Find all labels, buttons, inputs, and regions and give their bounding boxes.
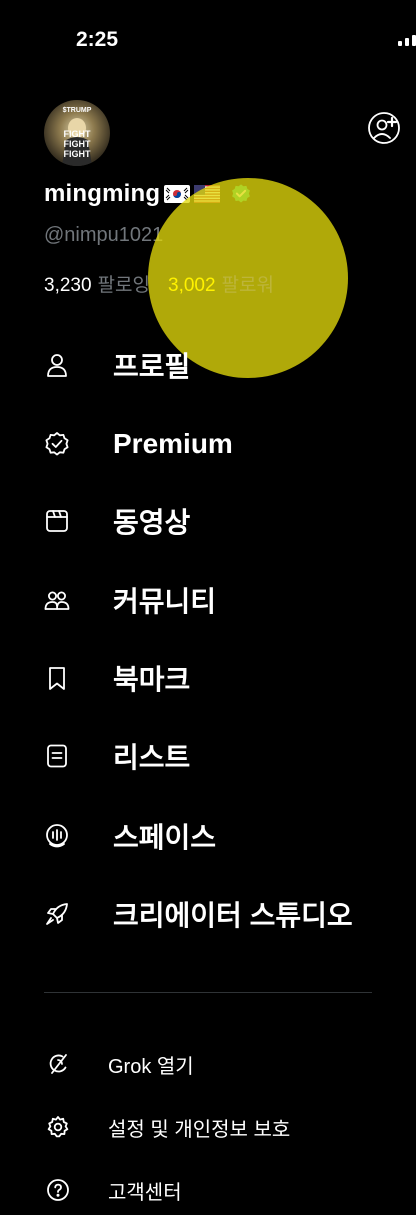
following-label[interactable]: 팔로잉 xyxy=(98,270,150,297)
list-icon xyxy=(47,744,67,768)
spaces-icon xyxy=(46,824,68,848)
menu-item-spaces[interactable]: 스페이스 xyxy=(0,805,416,867)
menu-label-video: 동영상 xyxy=(113,507,191,538)
display-name[interactable]: mingming xyxy=(44,180,160,208)
add-account-button[interactable] xyxy=(366,110,402,146)
communities-icon xyxy=(44,591,70,610)
rocket-icon xyxy=(46,903,68,925)
menu-label-spaces: 스페이스 xyxy=(113,822,217,853)
menu-item-help[interactable]: 고객센터 xyxy=(0,1165,416,1215)
video-icon xyxy=(46,510,68,532)
following-count[interactable]: 3,230 xyxy=(44,275,92,297)
menu-item-creator-studio[interactable]: 크리에이터 스튜디오 xyxy=(0,883,416,945)
follow-stats: 3,230 팔로잉 3,002 팔로워 xyxy=(44,270,292,297)
menu-label-help: 고객센터 xyxy=(108,1181,182,1204)
menu-label-grok: Grok 열기 xyxy=(108,1055,194,1078)
person-icon xyxy=(47,354,67,377)
menu-item-lists[interactable]: 리스트 xyxy=(0,725,416,787)
menu-item-settings[interactable]: 설정 및 개인정보 보호 xyxy=(0,1102,416,1152)
menu-label-communities: 커뮤니티 xyxy=(113,586,217,617)
menu-item-bookmarks[interactable]: 북마크 xyxy=(0,647,416,709)
menu-label-bookmarks: 북마크 xyxy=(113,664,191,695)
help-icon xyxy=(47,1179,69,1201)
profile-handle: @nimpu1021 xyxy=(44,224,164,246)
menu-item-grok[interactable]: Grok 열기 xyxy=(0,1039,416,1089)
gear-icon xyxy=(47,1116,69,1138)
menu-label-premium: Premium xyxy=(113,428,233,459)
followers-count[interactable]: 3,002 xyxy=(168,275,216,297)
signal-icon xyxy=(398,35,416,46)
followers-label[interactable]: 팔로워 xyxy=(222,270,274,297)
menu-label-lists: 리스트 xyxy=(113,742,191,773)
usa-flag-icon xyxy=(194,185,221,203)
grok-icon xyxy=(49,1054,67,1074)
avatar-text-fight-1: FIGHT xyxy=(64,129,91,139)
menu-item-communities[interactable]: 커뮤니티 xyxy=(0,569,416,631)
avatar[interactable]: $TRUMP FIGHT FIGHT FIGHT xyxy=(44,100,110,166)
verified-outline-icon xyxy=(45,432,69,456)
menu-label-settings: 설정 및 개인정보 보호 xyxy=(108,1118,291,1141)
menu-label-creator-studio: 크리에이터 스튜디오 xyxy=(113,900,353,931)
menu-item-premium[interactable]: Premium xyxy=(0,413,416,475)
status-bar: 2:25 xyxy=(0,0,416,80)
verified-badge-icon xyxy=(232,184,251,203)
menu-item-profile[interactable]: 프로필 xyxy=(0,334,416,396)
menu-label-profile: 프로필 xyxy=(113,351,191,382)
avatar-text-fight-2: FIGHT xyxy=(64,139,91,149)
profile-name-row[interactable]: mingming xyxy=(44,180,252,208)
add-account-icon xyxy=(368,112,400,144)
menu-divider xyxy=(44,992,372,993)
avatar-text-trump: $TRUMP xyxy=(63,107,92,114)
bookmark-icon xyxy=(49,667,65,690)
avatar-text-fight-3: FIGHT xyxy=(64,149,91,159)
status-time: 2:25 xyxy=(76,28,119,51)
korea-flag-icon xyxy=(164,185,191,203)
menu-item-video[interactable]: 동영상 xyxy=(0,490,416,552)
